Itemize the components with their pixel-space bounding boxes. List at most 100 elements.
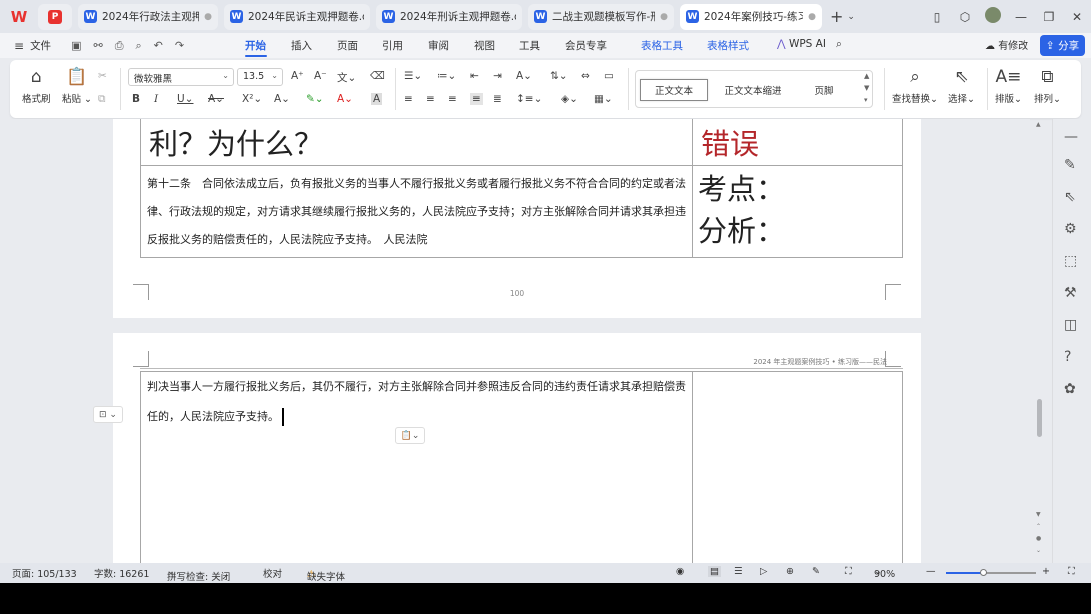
find-replace-button[interactable]: ⌕ 查找替换⌄ [892, 66, 938, 105]
eye-icon[interactable]: ◉ [676, 566, 684, 577]
style-gallery-scroll[interactable]: ▲ ▼ ▾ [864, 70, 869, 106]
menu-table-style[interactable]: 表格样式 [707, 38, 749, 53]
help-icon[interactable]: ? [1064, 349, 1071, 365]
table-cell[interactable]: 第十二条 合同依法成立后，负有报批义务的当事人不履行报批义务或者履行报批义务不符… [140, 165, 693, 258]
page[interactable]: 2024 年主观题案例技巧 • 练习版——民法 判决当事人一方履行报批义务后，其… [113, 333, 921, 563]
italic-icon[interactable]: I [154, 93, 158, 105]
close-icon[interactable]: ✕ [1063, 10, 1091, 24]
select-browse-icon[interactable]: ● [1036, 535, 1041, 542]
borders-icon[interactable]: ▦⌄ [594, 93, 613, 105]
chevron-down-icon[interactable]: ▼ [864, 82, 869, 94]
order-button[interactable]: ⧉ 排列⌄ [1034, 66, 1061, 105]
menu-wps-ai[interactable]: ⋀ WPS AI [777, 38, 826, 50]
more-icon[interactable]: ▾ [864, 94, 869, 106]
table-border-icon[interactable]: ▭ [604, 70, 614, 82]
wps-logo-icon[interactable]: W [6, 4, 32, 30]
settings-icon[interactable]: ⚙ [1064, 221, 1077, 237]
style-body-text[interactable]: 正文文本 [640, 79, 708, 101]
format-painter-button[interactable]: ⌂ 格式刷 [22, 66, 51, 105]
menu-file[interactable]: 文件 [30, 38, 51, 53]
sort-icon[interactable]: ⇅⌄ [550, 70, 568, 82]
cut-icon[interactable]: ✂ [98, 70, 107, 82]
align-right-icon[interactable]: ≡ [448, 93, 457, 105]
share-button[interactable]: ⇪ 分享 [1040, 35, 1085, 56]
print-icon[interactable]: ⎙ [115, 39, 124, 53]
zoom-slider-knob[interactable] [980, 569, 988, 576]
search-icon[interactable]: ⌕ [836, 38, 842, 51]
ai-assist-icon[interactable]: ✿ [1064, 381, 1076, 397]
show-marks-icon[interactable]: ⇔ [581, 70, 590, 82]
tab-document[interactable]: W 2024年民诉主观押题卷.do [224, 3, 370, 30]
menu-tools[interactable]: 工具 [519, 38, 540, 53]
text-effect-icon[interactable]: A⌄ [274, 93, 290, 105]
layout-icon[interactable]: ▯ [923, 10, 951, 24]
grow-font-icon[interactable]: A⁺ [291, 70, 304, 82]
line-spacing-icon[interactable]: ↕≡⌄ [516, 93, 542, 105]
fullscreen-icon[interactable]: ⛶ [1068, 566, 1075, 577]
proof-button[interactable]: 校对 [263, 566, 282, 580]
cursor-icon[interactable]: ⇖ [1064, 189, 1076, 205]
font-size-select[interactable]: 13.5 ⌄ [237, 68, 283, 86]
page[interactable]: 利？为什么？ 错误 第十二条 合同依法成立后，负有报批义务的当事人不履行报批义务… [113, 119, 921, 318]
table-cell[interactable]: 判决当事人一方履行报批义务后，其仍不履行，对方主张解除合同并参照违反合同的违约责… [140, 371, 693, 563]
align-left-icon[interactable]: ≡ [404, 93, 413, 105]
underline-icon[interactable]: U⌄ [177, 93, 193, 105]
outline-view-icon[interactable]: ☰ [734, 566, 743, 577]
menu-icon[interactable]: ≡ [14, 39, 24, 53]
justify-icon[interactable]: ≡ [470, 93, 483, 105]
link-icon[interactable]: ⚯ [93, 39, 102, 52]
page-counter[interactable]: 页面: 105/133 [12, 566, 77, 580]
redo-icon[interactable]: ↷ [175, 39, 184, 52]
tab-document[interactable]: W 2024年行政法主观押题 ● [78, 3, 218, 30]
paste-options-button[interactable]: 📋⌄ [395, 427, 425, 444]
collapse-icon[interactable]: — [1064, 129, 1078, 145]
word-count[interactable]: 字数: 16261 [94, 566, 149, 580]
align-center-icon[interactable]: ≡ [426, 93, 435, 105]
image-edit-icon[interactable]: ⬚ [1064, 253, 1077, 269]
vertical-scrollbar[interactable]: ▲ ▼ ⌃ ● ⌄ [1032, 119, 1046, 563]
tab-document[interactable]: W 2024年刑诉主观押题卷.do [376, 3, 522, 30]
font-family-select[interactable]: 微软雅黑 ⌄ [128, 68, 234, 86]
menu-view[interactable]: 视图 [474, 38, 495, 53]
menu-member[interactable]: 会员专享 [565, 38, 607, 53]
pen-icon[interactable]: ✎ [812, 566, 820, 577]
preview-icon[interactable]: ⌕ [136, 39, 142, 53]
strikethrough-icon[interactable]: A⌄ [208, 93, 224, 105]
table-cell[interactable]: 考点： 分析： [692, 165, 903, 258]
spell-check-status[interactable]: 拼写检查: 关闭 ⌄ [167, 566, 230, 583]
modified-status[interactable]: ☁ 有修改 [985, 37, 1028, 52]
play-icon[interactable]: ▷ [760, 566, 767, 577]
style-body-indent[interactable]: 正文文本缩进 [712, 79, 794, 101]
superscript-icon[interactable]: X²⌄ [242, 93, 262, 105]
menu-home[interactable]: 开始 [245, 38, 266, 53]
next-page-icon[interactable]: ⌄ [1036, 547, 1041, 554]
bold-icon[interactable]: B [132, 93, 140, 105]
zoom-select[interactable]: 90% ⌄ [874, 566, 895, 580]
numbered-list-icon[interactable]: ≔⌄ [437, 70, 456, 82]
style-footer[interactable]: 页脚 [796, 79, 852, 101]
save-icon[interactable]: ▣ [71, 39, 81, 52]
page-view-icon[interactable]: ▤ [708, 566, 721, 577]
arrange-button[interactable]: A≡ 排版⌄ [995, 66, 1022, 105]
menu-page[interactable]: 页面 [337, 38, 358, 53]
table-handle-button[interactable]: ⊡ ⌄ [93, 406, 123, 423]
shading-icon[interactable]: ◈⌄ [561, 93, 578, 105]
undo-icon[interactable]: ↶ [154, 39, 163, 52]
char-shading-icon[interactable]: A [371, 93, 383, 105]
book-icon[interactable]: ◫ [1064, 317, 1077, 333]
cube-icon[interactable]: ⬡ [951, 10, 979, 24]
font-color-icon[interactable]: A⌄ [337, 93, 353, 105]
shrink-font-icon[interactable]: A⁻ [314, 70, 327, 82]
web-view-icon[interactable]: ⊕ [786, 566, 794, 577]
menu-review[interactable]: 审阅 [428, 38, 449, 53]
zoom-in-icon[interactable]: + [1042, 566, 1050, 577]
tab-document-active[interactable]: W 2024年案例技巧-练习版 ● [680, 3, 822, 30]
menu-insert[interactable]: 插入 [291, 38, 312, 53]
scroll-thumb[interactable] [1037, 399, 1042, 437]
paste-button[interactable]: 📋 粘贴 ⌄ [62, 66, 92, 105]
tab-pdf[interactable]: P [38, 3, 72, 30]
tools-icon[interactable]: ⚒ [1064, 285, 1077, 301]
document-area[interactable]: 利？为什么？ 错误 第十二条 合同依法成立后，负有报批义务的当事人不履行报批义务… [0, 119, 1030, 563]
zoom-slider[interactable] [946, 569, 1036, 576]
table-cell[interactable]: 利？为什么？ [140, 119, 693, 166]
